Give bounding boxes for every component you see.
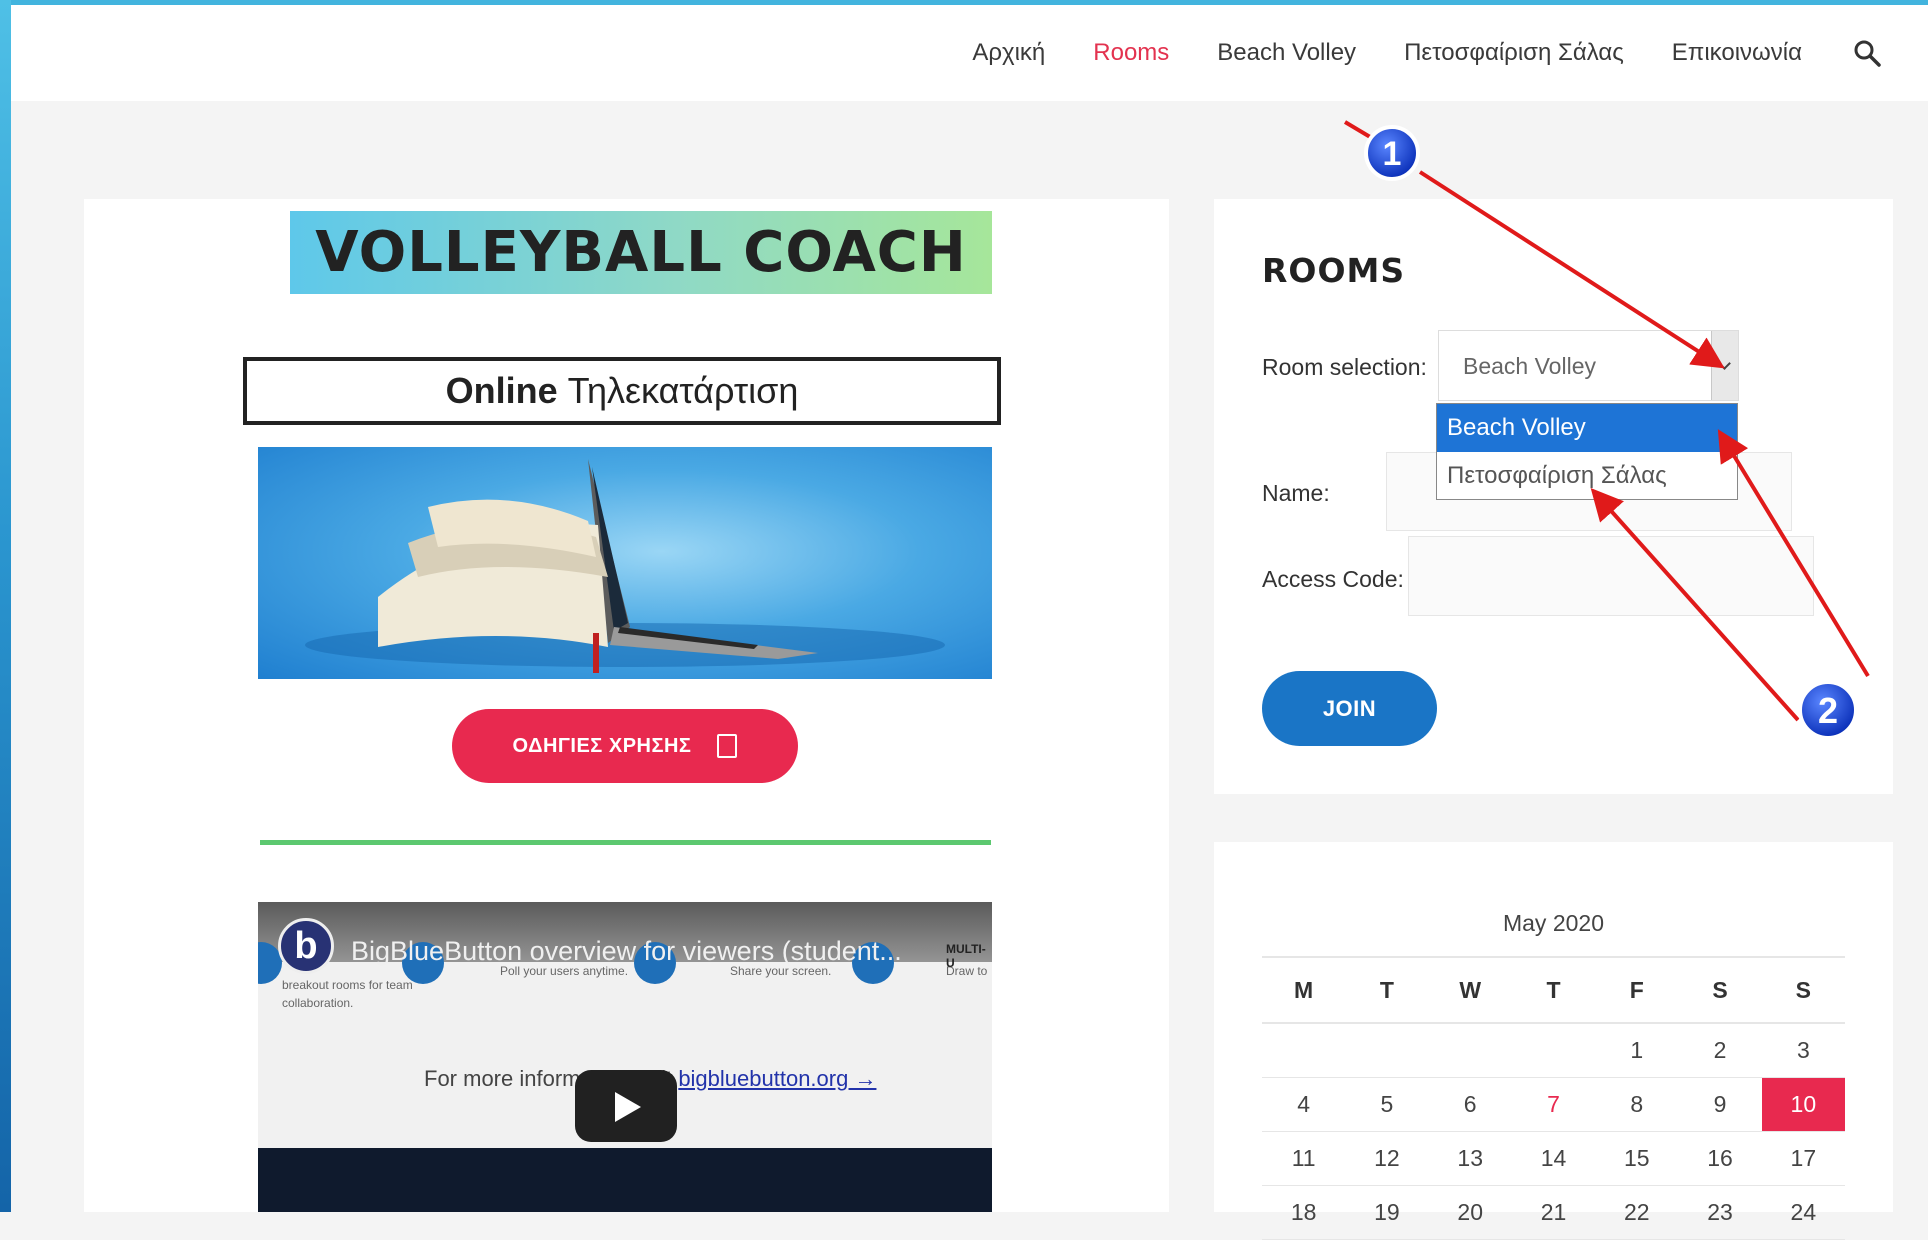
annotation-arrow [1418, 170, 1725, 369]
annotation-arrow [1717, 429, 1870, 678]
annotation-marker-2: 2 [1798, 680, 1858, 740]
marker-2-text: 2 [1818, 690, 1838, 731]
annotation-marker-1: 1 [1364, 125, 1420, 181]
marker-1-text: 1 [1383, 135, 1402, 173]
annotation-overlay: 1 2 [1343, 120, 1870, 740]
annotation-arrow [1590, 488, 1800, 722]
